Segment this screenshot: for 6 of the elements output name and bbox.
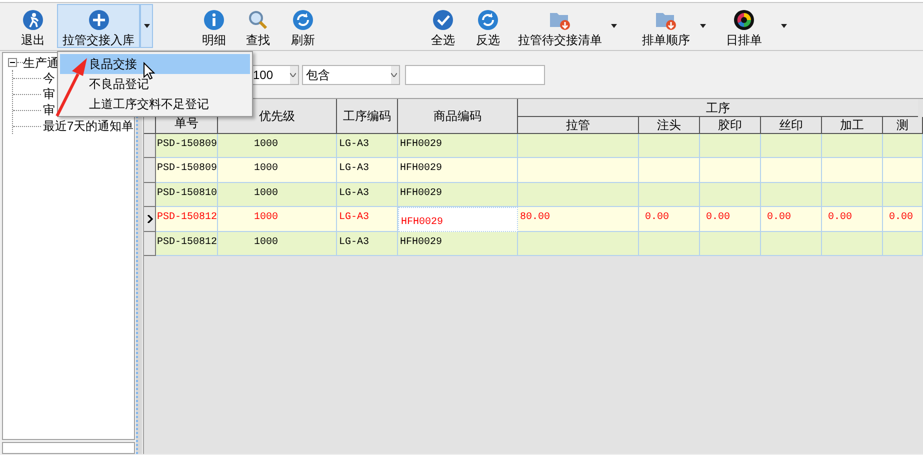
table-cell: LG-A3 [337, 232, 398, 256]
table-cell: HFH0029 [398, 232, 518, 256]
table-cell: HFH0029 [398, 207, 518, 232]
table-cell: PSD-150812 [156, 232, 218, 256]
group-header: 工序 [518, 99, 918, 117]
table-cell: 1000 [218, 232, 337, 256]
